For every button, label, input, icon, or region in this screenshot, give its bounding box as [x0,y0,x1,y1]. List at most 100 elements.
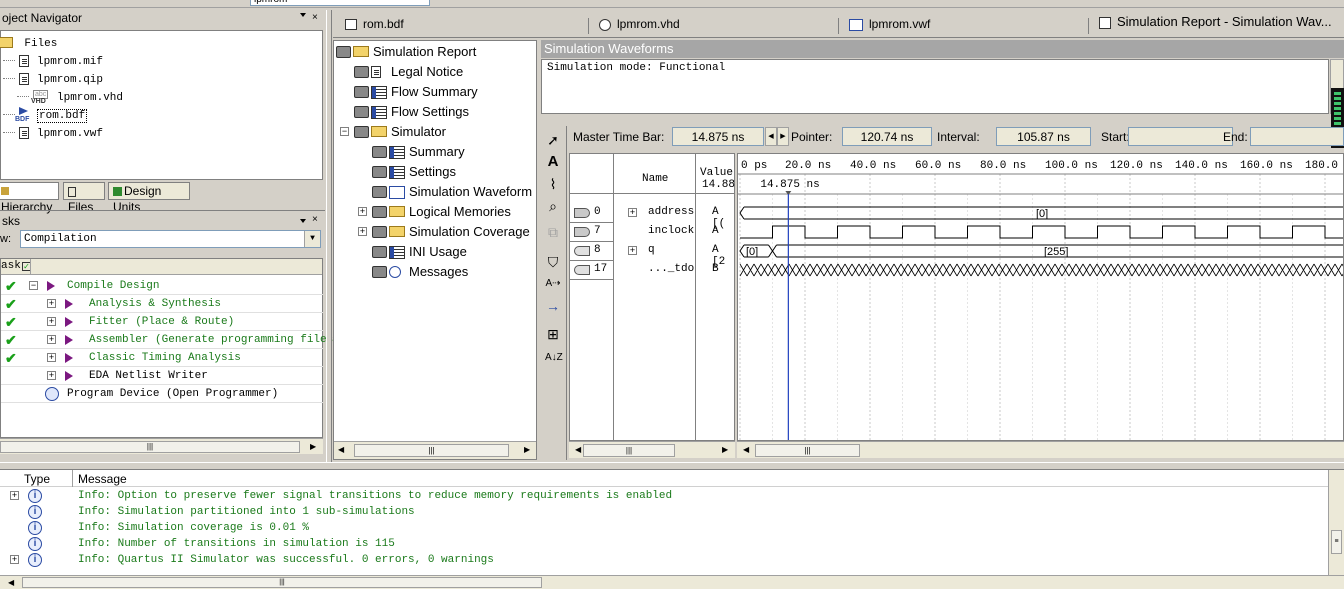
pointer-input[interactable] [842,127,932,146]
collapse-icon[interactable]: − [340,127,349,136]
selection-tool-icon[interactable]: ➚ [545,132,561,148]
waveform-svg[interactable]: 0 ps 20.0 ns 40.0 ns 60.0 ns 80.0 ns 100.0 ns… [738,154,1344,441]
task-row[interactable]: ✔ + Fitter (Place & Route) [1,313,323,331]
files-root[interactable]: Files [0,33,57,51]
file-item[interactable]: lpmrom.mif [1,51,103,69]
project-navigator-dock-icon[interactable] [300,13,306,17]
play-icon[interactable] [65,335,73,345]
project-navigator-close-button[interactable]: × [312,12,318,23]
scroll-left-arrow-icon[interactable]: ◀ [338,445,344,454]
tab-rom-bdf[interactable]: rom.bdf [339,14,589,34]
report-hscrollbar[interactable]: ◀ ||| ▶ [334,441,536,459]
task-row[interactable]: ✔ + Assembler (Generate programming files) [1,331,340,349]
tab-simulation-report[interactable]: Simulation Report - Simulation Wav... [1093,12,1344,32]
message-row[interactable]: + i Info: Option to preserve fewer signal … [8,488,1318,504]
end-input[interactable] [1250,127,1344,146]
task-row[interactable]: ✔ + Classic Timing Analysis [1,349,323,367]
play-icon[interactable] [65,317,73,327]
scroll-left-arrow-icon[interactable]: ◀ [575,445,581,454]
file-item[interactable]: abc VHD lpmrom.vhd [15,87,123,105]
scroll-left-arrow-icon[interactable]: ◀ [8,578,14,587]
tab-lpmrom-vwf[interactable]: lpmrom.vwf [843,14,1088,34]
report-tree-label: Settings [409,164,456,179]
file-item[interactable]: lpmrom.vwf [1,123,103,141]
scroll-left-arrow-icon[interactable]: ◀ [743,445,749,454]
expand-icon[interactable]: + [10,491,19,500]
folder-icon [389,226,405,237]
scroll-thumb[interactable]: ||| [354,444,509,457]
expand-icon[interactable]: + [47,353,56,362]
copy-icon[interactable]: ⧉ [545,224,561,240]
project-combo[interactable]: lpmrom [250,0,430,6]
scroll-thumb[interactable]: ||| [0,441,300,453]
sort-icon[interactable]: A↓Z [545,350,563,366]
waveform-edit-icon[interactable]: ⌇ [545,176,561,192]
expand-icon[interactable]: + [47,335,56,344]
file-item[interactable]: BDF rom.bdf [1,105,88,123]
messages-vscrollbar[interactable]: ≡ [1328,470,1344,575]
expand-icon[interactable]: + [10,555,19,564]
zoom-tool-icon[interactable]: ⌕ [545,198,561,214]
snap-grid-icon[interactable]: ⊞ [545,326,561,342]
scroll-right-arrow-icon[interactable]: ▶ [310,442,316,451]
task-row[interactable]: Program Device (Open Programmer) [1,385,323,403]
tasks-close-button[interactable]: × [312,214,318,225]
scroll-thumb[interactable]: ||| [22,577,542,588]
waveform-file-icon [849,18,863,31]
expand-icon[interactable]: + [358,207,367,216]
replace-icon[interactable]: A⇢ [545,276,561,292]
master-time-bar-input[interactable] [672,127,764,146]
play-icon[interactable] [65,299,73,309]
expand-icon[interactable]: + [47,317,56,326]
scroll-thumb[interactable]: ||| [755,444,860,457]
check-icon: ✔ [5,296,17,312]
expand-icon[interactable]: + [47,299,56,308]
task-row[interactable]: + EDA Netlist Writer [1,367,323,385]
tab-hierarchy[interactable]: Hierarchy [0,182,59,214]
goto-arrow-icon[interactable]: → [545,298,561,314]
tab-lpmrom-vhd[interactable]: lpmrom.vhd [593,14,833,34]
expand-icon[interactable]: + [47,371,56,380]
expand-icon[interactable]: + [628,208,637,217]
tasks-dock-icon[interactable] [300,219,306,223]
signal-name[interactable]: inclock [648,225,694,237]
message-row[interactable]: i Info: Simulation partitioned into 1 sub… [8,504,1318,520]
waveform-hscrollbar[interactable]: ◀ ||| [737,441,1344,458]
signal-name[interactable]: ..._tdo [648,263,694,275]
time-bar-prev-button[interactable]: ◀ [765,127,777,146]
chevron-down-icon[interactable]: ▼ [304,231,320,247]
interval-input[interactable] [996,127,1091,146]
message-row[interactable]: i Info: Number of transitions in simulati… [8,536,1318,552]
collapse-icon[interactable]: − [29,281,38,290]
scroll-right-arrow-icon[interactable]: ▶ [722,445,728,454]
message-row[interactable]: + i Info: Quartus II Simulator was success… [8,552,1318,568]
signal-name[interactable]: address [648,206,694,218]
message-column-header[interactable]: Message [78,472,127,486]
flow-select[interactable]: Compilation ▼ [20,230,321,248]
play-icon[interactable] [47,281,55,291]
messages-splitter[interactable] [0,462,1344,470]
signal-name[interactable]: q [648,244,655,256]
task-row[interactable]: ✔ − Compile Design [1,277,323,295]
expand-icon[interactable]: + [358,227,367,236]
text-tool-icon[interactable]: A [545,154,561,170]
find-icon[interactable]: ⛉ [545,254,561,270]
scroll-right-arrow-icon[interactable]: ▶ [524,445,530,454]
messages-hscrollbar[interactable]: ◀ ||| [0,575,1344,589]
type-column-header[interactable]: Type [24,472,50,486]
tab-design-units[interactable]: Design Units [108,182,190,214]
expand-icon[interactable]: + [628,246,637,255]
message-row[interactable]: i Info: Simulation coverage is 0.01 % [8,520,1318,536]
left-splitter[interactable] [326,10,332,462]
task-row[interactable]: ✔ + Analysis & Synthesis [1,295,323,313]
tasks-hscrollbar[interactable]: ||| ▶ [0,438,323,454]
signal-hscrollbar[interactable]: ◀ ||| ▶ [569,441,735,458]
scroll-thumb[interactable]: ≡ [1331,530,1342,554]
tab-files[interactable]: Files [63,182,105,214]
file-item[interactable]: lpmrom.qip [1,69,103,87]
play-icon[interactable] [65,353,73,363]
scroll-thumb[interactable]: ||| [583,444,675,457]
start-input[interactable] [1128,127,1233,146]
play-icon[interactable] [65,371,73,381]
time-bar-next-button[interactable]: ▶ [777,127,789,146]
